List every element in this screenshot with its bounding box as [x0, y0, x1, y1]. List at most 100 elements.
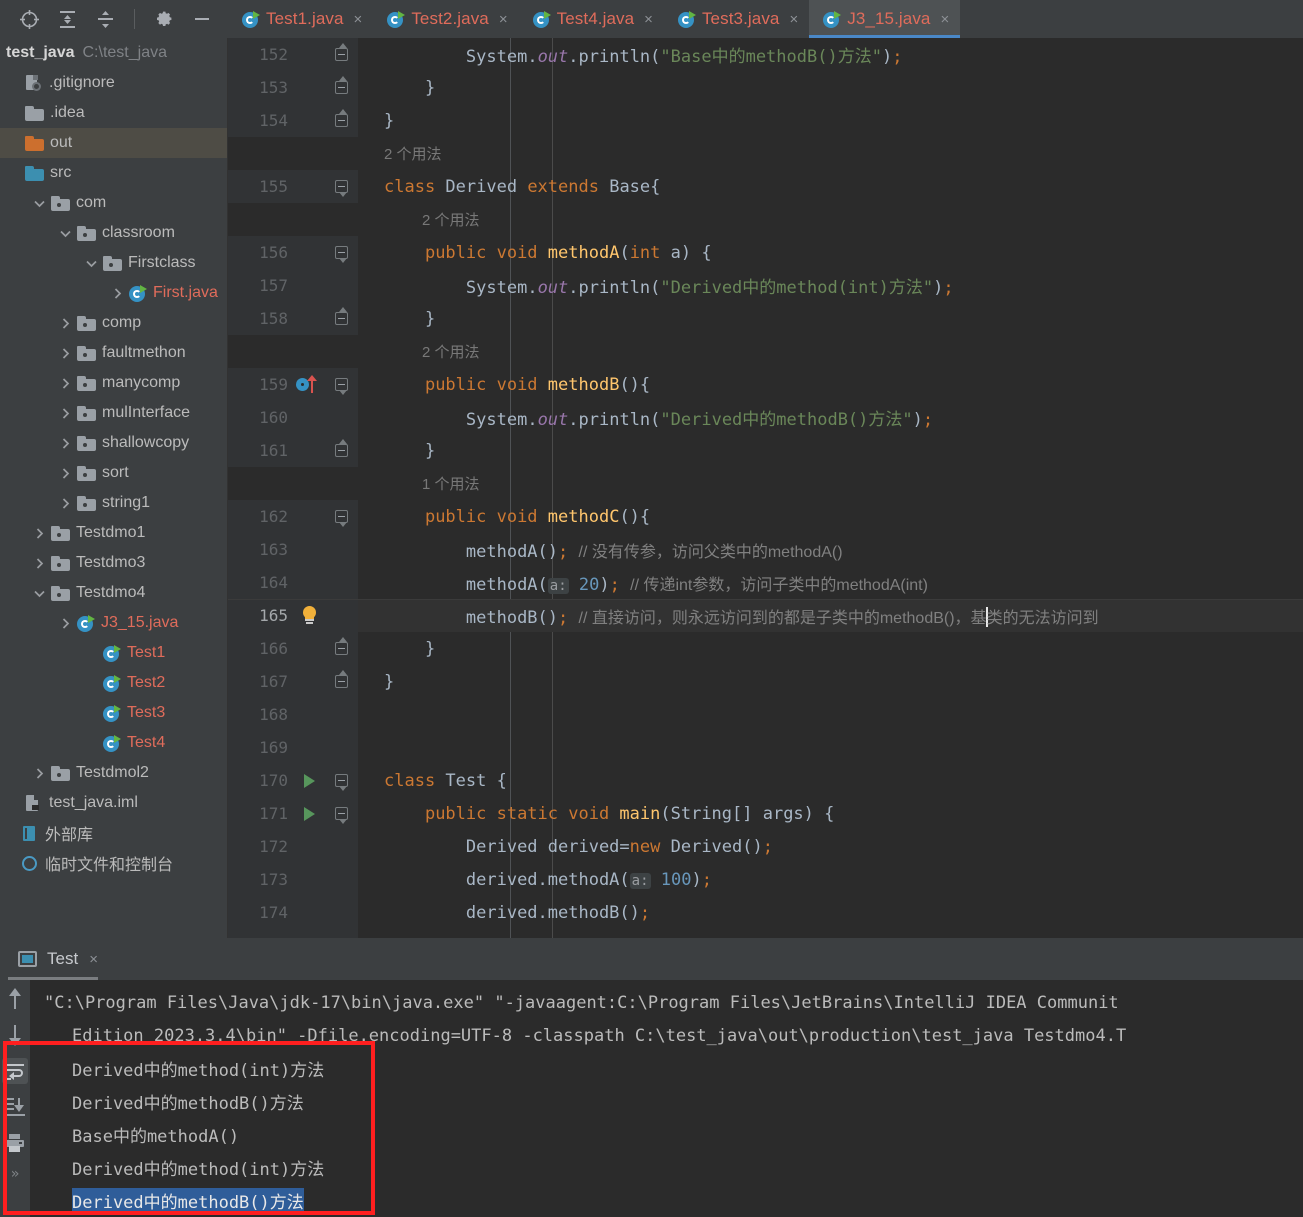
- chevron-down-icon[interactable]: [32, 196, 46, 210]
- tree-item-test4[interactable]: Test4: [0, 728, 227, 758]
- code-line[interactable]: 163 methodA(); // 没有传参，访问父类中的methodA(): [228, 533, 1303, 566]
- soft-wrap-button[interactable]: [2, 1058, 28, 1084]
- editor-gutter[interactable]: 158: [228, 302, 358, 335]
- editor-gutter[interactable]: 153: [228, 71, 358, 104]
- fold-toggle-icon[interactable]: [326, 307, 356, 325]
- code-line[interactable]: 154}: [228, 104, 1303, 137]
- console-output[interactable]: "C:\Program Files\Java\jdk-17\bin\java.e…: [30, 980, 1303, 1217]
- hide-icon[interactable]: [191, 8, 213, 30]
- code-line[interactable]: 172 Derived derived=new Derived();: [228, 830, 1303, 863]
- chevron-right-icon[interactable]: [32, 526, 46, 540]
- editor-gutter[interactable]: 154: [228, 104, 358, 137]
- code-line[interactable]: 169: [228, 731, 1303, 764]
- editor-gutter[interactable]: 163: [228, 533, 358, 566]
- editor-gutter[interactable]: 164: [228, 566, 358, 599]
- chevron-right-icon[interactable]: [58, 376, 72, 390]
- fold-toggle-icon[interactable]: [326, 439, 356, 457]
- tree-item-test2[interactable]: Test2: [0, 668, 227, 698]
- collapse-all-icon[interactable]: [94, 8, 116, 30]
- run-method-icon[interactable]: [292, 806, 326, 821]
- code-line[interactable]: 159 public void methodB(){: [228, 368, 1303, 401]
- code-line[interactable]: 168: [228, 698, 1303, 731]
- chevron-right-icon[interactable]: [58, 616, 72, 630]
- fold-toggle-icon[interactable]: [326, 43, 356, 61]
- locate-icon[interactable]: [18, 8, 40, 30]
- usage-hint-row[interactable]: 2 个用法: [228, 335, 1303, 368]
- editor-gutter[interactable]: 173: [228, 863, 358, 896]
- fold-toggle-icon[interactable]: [326, 510, 356, 527]
- code-line[interactable]: 173 derived.methodA(a: 100);: [228, 863, 1303, 896]
- editor-gutter[interactable]: 156: [228, 236, 358, 269]
- fold-toggle-icon[interactable]: [326, 246, 356, 263]
- editor-gutter[interactable]: 170: [228, 764, 358, 797]
- tree-item-testdmo3[interactable]: Testdmo3: [0, 548, 227, 578]
- chevron-down-icon[interactable]: [58, 226, 72, 240]
- usage-hint-row[interactable]: 2 个用法: [228, 203, 1303, 236]
- editor-gutter[interactable]: 152: [228, 38, 358, 71]
- code-line[interactable]: 153 }: [228, 71, 1303, 104]
- code-line[interactable]: 165 methodB(); // 直接访问，则永远访问到的都是子类中的meth…: [228, 599, 1303, 632]
- scroll-down-button[interactable]: [2, 1022, 28, 1048]
- editor-gutter[interactable]: 165: [228, 599, 358, 632]
- tree-item-sort[interactable]: sort: [0, 458, 227, 488]
- tree-item-firstclass[interactable]: Firstclass: [0, 248, 227, 278]
- fold-toggle-icon[interactable]: [326, 637, 356, 655]
- tree-item-gitignore[interactable]: .gitignore: [0, 68, 227, 98]
- editor-gutter[interactable]: 169: [228, 731, 358, 764]
- editor-gutter[interactable]: 166: [228, 632, 358, 665]
- tree-item-[interactable]: 临时文件和控制台: [0, 848, 227, 878]
- chevron-right-icon[interactable]: [32, 556, 46, 570]
- chevron-right-icon[interactable]: [58, 436, 72, 450]
- code-line[interactable]: 156 public void methodA(int a) {: [228, 236, 1303, 269]
- tree-item-faultmethon[interactable]: faultmethon: [0, 338, 227, 368]
- editor-gutter[interactable]: 159: [228, 368, 358, 401]
- chevron-down-icon[interactable]: [84, 256, 98, 270]
- close-icon[interactable]: ×: [354, 12, 363, 27]
- tree-item-mulinterface[interactable]: mulInterface: [0, 398, 227, 428]
- close-icon[interactable]: ×: [89, 951, 98, 968]
- tree-item-testdmol2[interactable]: Testdmol2: [0, 758, 227, 788]
- project-tree[interactable]: test_java C:\test_java .gitignore .idea ou…: [0, 38, 228, 938]
- code-line[interactable]: 160 System.out.println("Derived中的methodB…: [228, 401, 1303, 434]
- code-line[interactable]: 170 class Test {: [228, 764, 1303, 797]
- tree-item-[interactable]: 外部库: [0, 818, 227, 848]
- editor-gutter[interactable]: 168: [228, 698, 358, 731]
- code-line[interactable]: 161 }: [228, 434, 1303, 467]
- fold-toggle-icon[interactable]: [326, 76, 356, 94]
- code-line[interactable]: 167}: [228, 665, 1303, 698]
- fold-toggle-icon[interactable]: [326, 109, 356, 127]
- tree-item-shallowcopy[interactable]: shallowcopy: [0, 428, 227, 458]
- tree-item-testdmo4[interactable]: Testdmo4: [0, 578, 227, 608]
- code-line[interactable]: 157 System.out.println("Derived中的method(…: [228, 269, 1303, 302]
- tree-item-classroom[interactable]: classroom: [0, 218, 227, 248]
- fold-toggle-icon[interactable]: [326, 180, 356, 197]
- code-line[interactable]: 164 methodA(a: 20); // 传递int参数，访问子类中的met…: [228, 566, 1303, 599]
- editor-gutter[interactable]: 162: [228, 500, 358, 533]
- intention-bulb-icon[interactable]: [292, 606, 326, 625]
- run-class-icon[interactable]: [292, 773, 326, 788]
- tree-item-firstjava[interactable]: First.java: [0, 278, 227, 308]
- chevron-right-icon[interactable]: [32, 766, 46, 780]
- chevron-right-icon[interactable]: [58, 406, 72, 420]
- code-line[interactable]: 171 public static void main(String[] arg…: [228, 797, 1303, 830]
- editor-gutter[interactable]: 157: [228, 269, 358, 302]
- editor-gutter[interactable]: 174: [228, 896, 358, 929]
- tree-item-com[interactable]: com: [0, 188, 227, 218]
- chevron-down-icon[interactable]: [32, 586, 46, 600]
- fold-toggle-icon[interactable]: [326, 807, 356, 824]
- code-line[interactable]: 158 }: [228, 302, 1303, 335]
- tree-item-string1[interactable]: string1: [0, 488, 227, 518]
- expand-all-icon[interactable]: [56, 8, 78, 30]
- editor-tab-active[interactable]: J3_15.java ×: [809, 0, 961, 38]
- tree-item-test_javaiml[interactable]: test_java.iml: [0, 788, 227, 818]
- scroll-to-end-button[interactable]: [2, 1094, 28, 1120]
- close-icon[interactable]: ×: [499, 12, 508, 27]
- code-line[interactable]: 166 }: [228, 632, 1303, 665]
- chevron-right-icon[interactable]: [58, 346, 72, 360]
- tree-item-testdmo1[interactable]: Testdmo1: [0, 518, 227, 548]
- tree-item-test3[interactable]: Test3: [0, 698, 227, 728]
- usage-hint-row[interactable]: 2 个用法: [228, 137, 1303, 170]
- override-marker-icon[interactable]: [292, 374, 326, 395]
- tree-root-module[interactable]: test_java C:\test_java: [0, 38, 227, 68]
- code-line[interactable]: 175 derived.methodC();: [228, 929, 1303, 938]
